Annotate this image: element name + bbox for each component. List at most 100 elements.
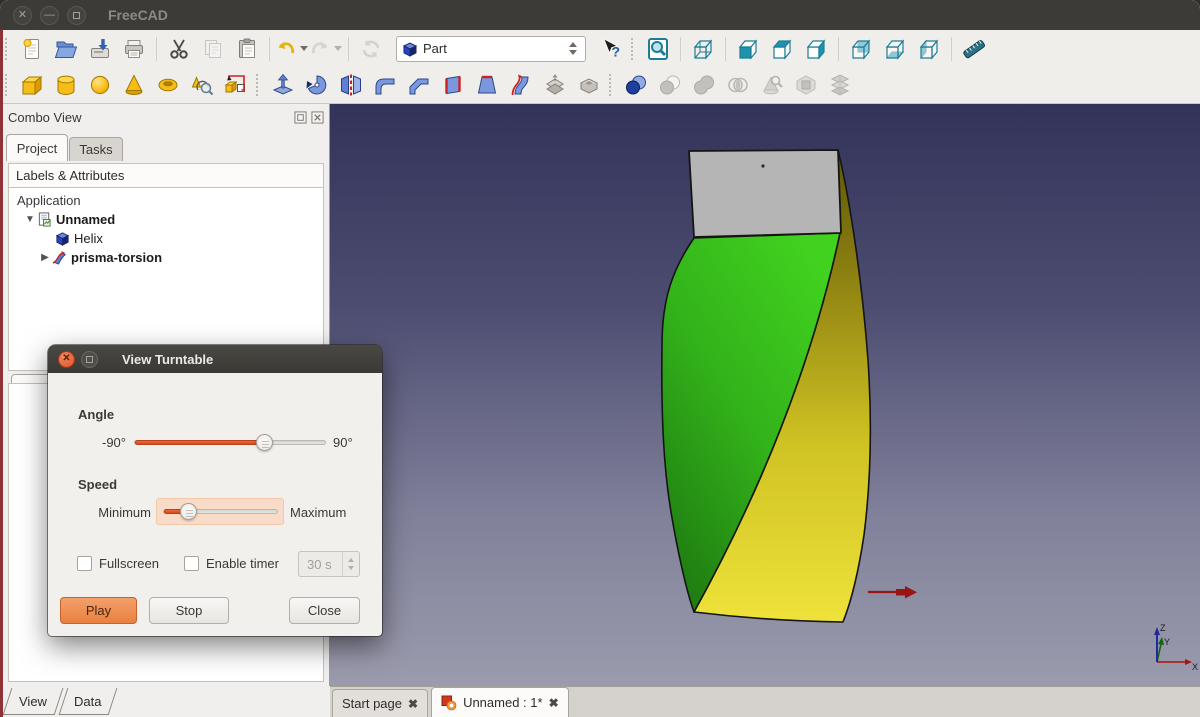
maximize-window-icon[interactable] [67,6,86,25]
timer-spinbox[interactable]: 30 s [298,551,360,577]
dialog-close-icon[interactable]: ✕ [58,351,75,368]
print-button[interactable] [118,33,150,65]
part-cube-icon [402,41,418,57]
toolbar-grip[interactable] [5,38,10,60]
dropdown-caret-icon[interactable] [334,46,342,51]
close-button[interactable]: Close [289,597,360,624]
tab-view[interactable]: View [3,688,64,715]
primitives-button[interactable] [186,69,218,101]
view-top-button[interactable] [766,33,798,65]
new-file-button[interactable] [16,33,48,65]
close-tab-icon[interactable] [549,696,559,710]
whats-this-icon: ? [599,37,623,61]
close-tab-icon[interactable] [408,697,418,711]
check-geometry-button [756,69,788,101]
workbench-selector[interactable]: Part [396,36,586,62]
ruled-surface-button[interactable] [437,69,469,101]
revolve-button[interactable] [301,69,333,101]
boolean-icon [624,73,648,97]
tab-tasks[interactable]: Tasks [69,137,123,161]
dialog-maximize-icon[interactable] [81,351,98,368]
angle-slider[interactable] [134,440,326,445]
cylinder-button[interactable] [50,69,82,101]
close-window-icon[interactable]: ✕ [13,6,32,25]
fillet-button[interactable] [369,69,401,101]
float-panel-icon[interactable] [294,111,307,124]
sweep-button[interactable] [505,69,537,101]
titlebar[interactable]: ✕ — FreeCAD [0,0,1200,30]
tab-project[interactable]: Project [6,134,68,161]
thickness-button[interactable] [573,69,605,101]
boolean-button[interactable] [620,69,652,101]
toolbar-grip[interactable] [256,74,261,96]
spinner-arrows-icon[interactable] [342,552,359,576]
angle-min-label: -90° [76,435,126,450]
whats-this-button[interactable]: ? [595,33,627,65]
mirror-button[interactable] [335,69,367,101]
speed-slider-handle[interactable] [180,503,197,520]
toolbar-grip[interactable] [5,74,10,96]
view-front-icon [736,37,760,61]
expander-down-icon[interactable]: ▼ [23,214,37,225]
revolve-icon [305,73,329,97]
view-front-button[interactable] [732,33,764,65]
close-panel-icon[interactable] [311,111,324,124]
check-geometry-icon [760,73,784,97]
toolbar-grip[interactable] [631,38,636,60]
sphere-button[interactable] [84,69,116,101]
dialog-titlebar[interactable]: ✕ View Turntable [48,345,382,373]
fit-all-button[interactable] [642,33,674,65]
chamfer-button[interactable] [403,69,435,101]
loft-icon [475,73,499,97]
view-bottom-button[interactable] [879,33,911,65]
view-rear-button[interactable] [845,33,877,65]
origin-axis-arrow [868,586,917,599]
minimize-window-icon[interactable]: — [40,6,59,25]
view-right-button[interactable] [800,33,832,65]
tree-item-prisma-torsion[interactable]: ▶ prisma-torsion [9,248,323,267]
tree-item-helix[interactable]: Helix [9,229,323,248]
redo-icon [310,37,330,61]
tab-start-page[interactable]: Start page [332,689,428,717]
3d-viewport[interactable]: Z Y X [330,104,1200,686]
torus-button[interactable] [152,69,184,101]
view-turntable-dialog[interactable]: ✕ View Turntable Angle -90° 90° Speed Mi… [48,345,382,636]
dropdown-caret-icon[interactable] [300,46,308,51]
cut-button[interactable] [163,33,195,65]
axonometric-button[interactable] [687,33,719,65]
extrude-button[interactable] [267,69,299,101]
measure-button[interactable] [958,33,990,65]
box-button[interactable] [16,69,48,101]
paste-button[interactable] [231,33,263,65]
fullscreen-checkbox[interactable] [77,556,92,571]
expander-right-icon[interactable]: ▶ [38,252,52,263]
tab-label: Unnamed : 1* [463,695,543,710]
speed-slider[interactable] [163,509,278,514]
tab-data[interactable]: Data [59,688,118,715]
toolbar-grip[interactable] [609,74,614,96]
tree-item-unnamed[interactable]: ▼ Unnamed [9,210,323,229]
enable-timer-checkbox[interactable] [184,556,199,571]
workbench-spinner-icon[interactable] [566,42,580,55]
copy-icon [201,37,225,61]
shape-builder-icon [224,73,248,97]
axis-z-label: Z [1160,623,1166,633]
stop-button[interactable]: Stop [149,597,229,624]
cone-button[interactable] [118,69,150,101]
svg-text:?: ? [612,43,621,59]
print-icon [122,37,146,61]
angle-slider-handle[interactable] [256,434,273,451]
tab-unnamed-document[interactable]: Unnamed : 1* [431,687,569,717]
play-button[interactable]: Play [60,597,137,624]
open-folder-button[interactable] [50,33,82,65]
redo-button [310,33,342,65]
undo-button[interactable] [276,33,308,65]
loft-button[interactable] [471,69,503,101]
twisted-prism-model[interactable] [330,104,1200,686]
offset-button[interactable] [539,69,571,101]
tree-root-application[interactable]: Application [9,191,323,210]
document-icon [37,212,52,227]
shape-builder-button[interactable] [220,69,252,101]
save-button[interactable] [84,33,116,65]
view-left-button[interactable] [913,33,945,65]
